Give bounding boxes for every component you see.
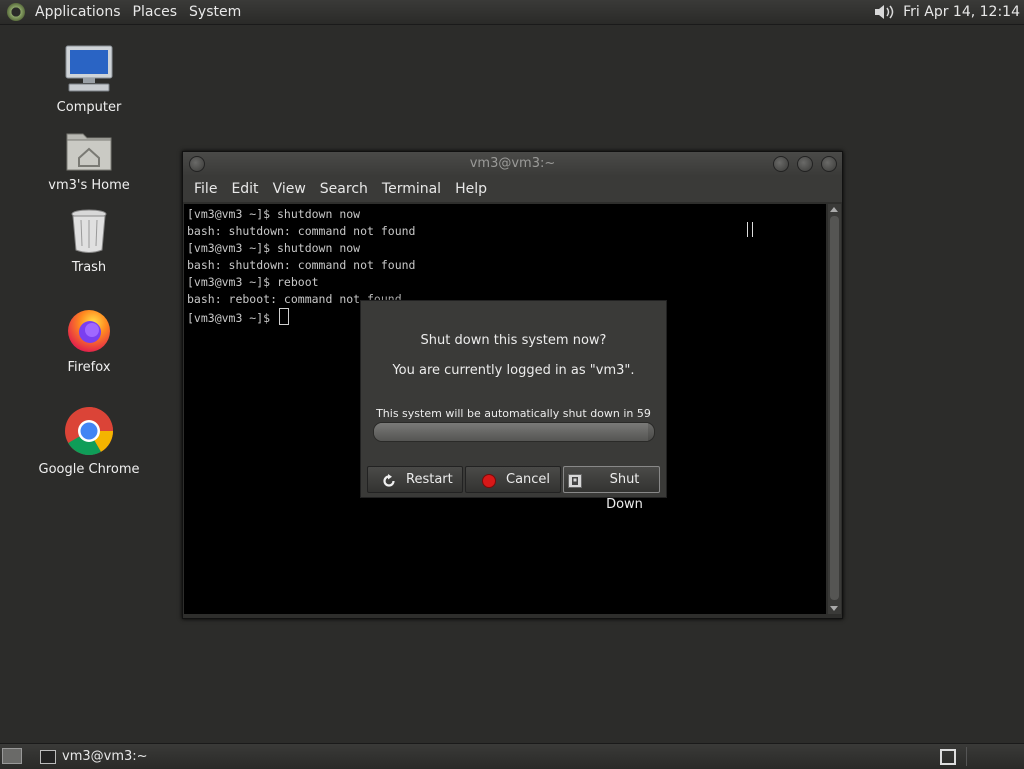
- window-menu-icon[interactable]: [189, 156, 205, 172]
- restart-label: Restart: [406, 472, 453, 487]
- dialog-question: Shut down this system now?: [420, 333, 607, 348]
- terminal-prompt: [vm3@vm3 ~]$: [187, 311, 278, 325]
- menu-edit[interactable]: Edit: [224, 181, 265, 197]
- power-icon: [568, 472, 582, 488]
- desktop-icon-computer[interactable]: Computer: [34, 44, 144, 115]
- taskbar-item-terminal[interactable]: vm3@vm3:~: [38, 744, 148, 769]
- menu-file[interactable]: File: [187, 181, 224, 197]
- menu-help[interactable]: Help: [448, 181, 494, 197]
- workspace-switcher-icon[interactable]: [940, 749, 956, 765]
- volume-icon[interactable]: [873, 2, 895, 22]
- shutdown-label: Shut Down: [606, 472, 643, 512]
- desktop-icon-label: Firefox: [67, 360, 111, 375]
- scrollbar-thumb[interactable]: [830, 216, 839, 600]
- computer-icon: [34, 44, 144, 98]
- terminal-menubar: File Edit View Search Terminal Help: [183, 176, 842, 202]
- dialog-user-text: You are currently logged in as "vm3".: [392, 363, 635, 378]
- close-icon[interactable]: [821, 156, 837, 172]
- clock[interactable]: Fri Apr 14, 12:14: [903, 4, 1020, 20]
- desktop-icon-label: Google Chrome: [38, 462, 140, 477]
- distro-logo-icon[interactable]: [7, 3, 25, 21]
- restart-icon: [382, 472, 396, 487]
- desktop-icon-chrome[interactable]: Google Chrome: [34, 406, 144, 477]
- desktop-icon-label: Computer: [56, 100, 122, 115]
- workspace-area[interactable]: [966, 747, 1023, 766]
- bottom-panel: vm3@vm3:~: [0, 743, 1024, 769]
- cancel-label: Cancel: [506, 472, 551, 487]
- terminal-titlebar[interactable]: vm3@vm3:~: [183, 152, 842, 176]
- scroll-up-icon[interactable]: [830, 207, 838, 212]
- trash-icon: [34, 208, 144, 258]
- menu-terminal[interactable]: Terminal: [375, 181, 448, 197]
- terminal-line: [vm3@vm3 ~]$ shutdown now: [187, 241, 361, 255]
- shutdown-dialog: Shut down this system now? You are curre…: [360, 300, 667, 512]
- top-panel: Applications Places System Fri Apr 14, 1…: [0, 0, 1024, 25]
- mouse-pointer-ibeam-icon: [747, 222, 753, 237]
- chrome-icon: [34, 406, 144, 460]
- text-cursor: [279, 308, 290, 325]
- countdown-progress-bar: [373, 422, 655, 442]
- firefox-icon: [34, 306, 144, 358]
- terminal-icon: [40, 750, 56, 764]
- terminal-line: bash: shutdown: command not found: [187, 224, 416, 238]
- places-menu[interactable]: Places: [127, 4, 184, 20]
- applications-menu[interactable]: Applications: [29, 4, 127, 20]
- scroll-down-icon[interactable]: [830, 606, 838, 611]
- progress-fill: [374, 423, 649, 441]
- cancel-button[interactable]: Cancel: [465, 466, 561, 493]
- desktop-icon-trash[interactable]: Trash: [34, 208, 144, 275]
- terminal-line: bash: shutdown: command not found: [187, 258, 416, 272]
- home-folder-icon: [34, 128, 144, 176]
- maximize-icon[interactable]: [797, 156, 813, 172]
- shutdown-button[interactable]: Shut Down: [563, 466, 660, 512]
- terminal-scrollbar[interactable]: [828, 204, 841, 614]
- system-menu[interactable]: System: [183, 4, 247, 20]
- menu-view[interactable]: View: [266, 181, 313, 197]
- minimize-icon[interactable]: [773, 156, 789, 172]
- restart-button[interactable]: Restart: [367, 466, 463, 493]
- desktop-icon-firefox[interactable]: Firefox: [34, 306, 144, 375]
- desktop-icon-label: Trash: [71, 260, 107, 275]
- menu-search[interactable]: Search: [313, 181, 375, 197]
- terminal-line: [vm3@vm3 ~]$ reboot: [187, 275, 319, 289]
- desktop-icon-home[interactable]: vm3's Home: [34, 128, 144, 193]
- cancel-icon: [482, 472, 496, 488]
- terminal-title: vm3@vm3:~: [469, 156, 556, 171]
- show-desktop-icon[interactable]: [2, 748, 22, 764]
- terminal-line: [vm3@vm3 ~]$ shutdown now: [187, 207, 361, 221]
- taskbar-item-label: vm3@vm3:~: [62, 749, 148, 764]
- desktop-icon-label: vm3's Home: [48, 178, 130, 193]
